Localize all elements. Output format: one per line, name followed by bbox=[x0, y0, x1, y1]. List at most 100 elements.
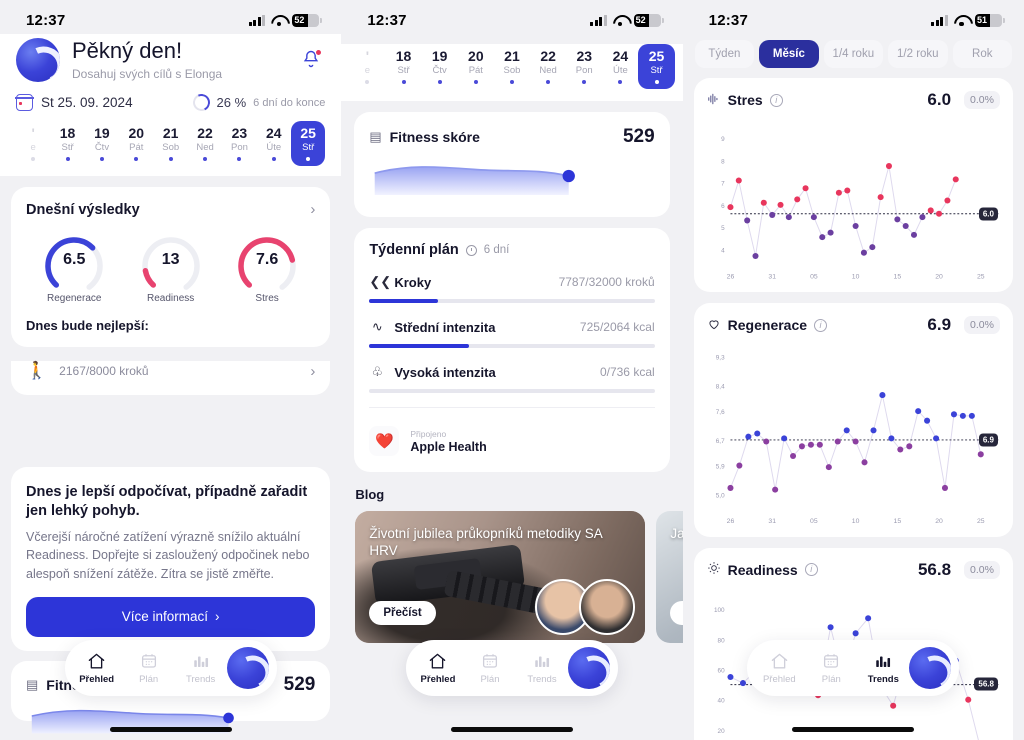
svg-text:10: 10 bbox=[851, 518, 859, 525]
day-dot-icon bbox=[203, 157, 208, 162]
bottom-tab-bar[interactable]: Přehled Plán Trends bbox=[747, 640, 960, 696]
chart-current-value: 6.0 bbox=[927, 90, 952, 109]
fitness-score-title: Fitness skóre bbox=[389, 129, 480, 146]
best-item-row[interactable]: 🚶 2167/8000 kroků › bbox=[11, 361, 331, 396]
app-logo-button[interactable] bbox=[909, 647, 952, 689]
goals-list: ❮❮ Kroky 7787/32000 kroků ∿ Střední intenzit… bbox=[369, 274, 655, 394]
tab-pln[interactable]: Plán bbox=[123, 651, 175, 685]
app-logo-button[interactable] bbox=[567, 647, 610, 689]
day-cell[interactable]: 20 Pát bbox=[458, 44, 494, 89]
day-cell[interactable]: 22 Ned bbox=[188, 121, 222, 166]
chart-reference-badge: 6.9 bbox=[978, 433, 998, 447]
gauge: 7.6 Stres bbox=[225, 234, 309, 304]
day-number: 18 bbox=[395, 48, 412, 64]
info-icon[interactable]: i bbox=[769, 93, 783, 107]
day-cell[interactable]: 19 Čtv bbox=[85, 121, 119, 166]
info-icon[interactable]: i bbox=[804, 563, 818, 577]
day-name: Sob bbox=[162, 142, 180, 154]
chart-delta: 0.0% bbox=[964, 560, 1000, 579]
chart-current-value: 6.9 bbox=[927, 315, 952, 335]
day-cell[interactable]: 25 Stř bbox=[638, 44, 675, 90]
day-number: 24 bbox=[266, 125, 282, 141]
steps-icon: ❮❮ bbox=[369, 274, 392, 290]
day-cell[interactable]: 22 Ned bbox=[530, 44, 566, 89]
day-cell[interactable]: 24 Úte bbox=[602, 44, 638, 89]
blog-carousel[interactable]: Životní jubilea průkopníků metodiky SA H… bbox=[355, 511, 683, 644]
day-dot-icon bbox=[365, 80, 370, 85]
svg-text:5,9: 5,9 bbox=[715, 464, 724, 471]
day-cell[interactable]: 19 Čtv bbox=[422, 44, 458, 89]
tab-pehled[interactable]: Přehled bbox=[71, 651, 123, 685]
tab-trends[interactable]: Trends bbox=[516, 651, 568, 685]
svg-text:05: 05 bbox=[810, 518, 818, 525]
fitness-score-card[interactable]: ▤ Fitness skóre 529 bbox=[354, 112, 670, 218]
svg-text:5,0: 5,0 bbox=[715, 493, 724, 500]
decorative-wave bbox=[0, 403, 342, 474]
progress-ring-icon bbox=[190, 91, 212, 114]
goal-row[interactable]: ♧ Vysoká intenzita 0/736 kcal bbox=[369, 364, 655, 394]
day-number: 20 bbox=[128, 125, 145, 141]
range-tab-bar[interactable]: Týden Měsíc 1/4 roku 1/2 roku Rok bbox=[683, 34, 1024, 78]
day-cell[interactable]: ' e bbox=[349, 44, 385, 89]
bar-chart-icon bbox=[175, 651, 227, 671]
bottom-tab-bar[interactable]: Přehled Plán Trends bbox=[405, 640, 618, 696]
fitness-score-value: 529 bbox=[283, 673, 316, 695]
home-indicator bbox=[450, 727, 573, 732]
day-strip: ' e 18 Stř 19 Čtv 20 Pát 21 Sob 22 Ned 23 Pon 24 Úte 25 S… bbox=[349, 44, 675, 93]
days-left-label: 6 dní do konce bbox=[253, 96, 326, 109]
day-cell[interactable]: ' e bbox=[16, 121, 50, 166]
day-cell[interactable]: 21 Sob bbox=[154, 121, 188, 166]
day-cell[interactable]: 23 Pon bbox=[222, 121, 256, 166]
chevron-right-icon[interactable]: › bbox=[310, 201, 315, 218]
calendar-icon bbox=[123, 651, 175, 671]
app-logo-button[interactable] bbox=[226, 647, 269, 689]
battery-level: 52 bbox=[294, 14, 305, 25]
tab-trends[interactable]: Trends bbox=[175, 651, 227, 685]
chart-title: Stres bbox=[727, 92, 763, 108]
day-cell[interactable]: 18 Stř bbox=[50, 121, 84, 166]
range-tab-rok[interactable]: Rok bbox=[952, 40, 1012, 68]
range-tab-tden[interactable]: Týden bbox=[694, 40, 755, 68]
bell-icon[interactable] bbox=[301, 49, 323, 71]
blog-card[interactable]: Životní jubilea průkopníků metodiky SA H… bbox=[355, 511, 646, 644]
today-results-card[interactable]: Dnešní výsledky › 6.5 Regenerace 13 Readine… bbox=[11, 187, 331, 348]
day-cell[interactable]: 25 Stř bbox=[291, 121, 326, 167]
cellular-signal-icon bbox=[590, 14, 607, 26]
svg-text:9: 9 bbox=[721, 136, 725, 143]
tab-trends[interactable]: Trends bbox=[857, 651, 909, 685]
range-tab-msc[interactable]: Měsíc bbox=[759, 40, 819, 68]
blog-read-button[interactable]: P bbox=[670, 601, 683, 626]
svg-text:8: 8 bbox=[721, 158, 725, 165]
tab-pln[interactable]: Plán bbox=[805, 651, 857, 685]
day-cell[interactable]: 20 Pát bbox=[119, 121, 153, 166]
chevron-right-icon[interactable]: › bbox=[310, 363, 315, 380]
bottom-tab-bar[interactable]: Přehled Plán Trends bbox=[64, 640, 277, 696]
gauges-row: 6.5 Regenerace 13 Readiness 7.6 Stres bbox=[26, 234, 315, 304]
tab-pln[interactable]: Plán bbox=[464, 651, 516, 685]
day-cell[interactable]: 23 Pon bbox=[566, 44, 602, 89]
blog-card[interactable]: Jak P bbox=[656, 511, 683, 644]
goal-row[interactable]: ❮❮ Kroky 7787/32000 kroků bbox=[369, 274, 655, 304]
range-tab-14roku[interactable]: 1/4 roku bbox=[823, 40, 884, 68]
tab-pehled[interactable]: Přehled bbox=[412, 651, 464, 685]
day-cell[interactable]: 21 Sob bbox=[494, 44, 530, 89]
day-cell[interactable]: 24 Úte bbox=[257, 121, 291, 166]
clock-icon bbox=[465, 244, 477, 256]
pulse-icon: ∿ bbox=[371, 319, 383, 335]
goal-row[interactable]: ∿ Střední intenzita 725/2064 kcal bbox=[369, 319, 655, 349]
svg-text:5: 5 bbox=[721, 225, 725, 232]
range-tab-12roku[interactable]: 1/2 roku bbox=[888, 40, 948, 68]
tab-pehled[interactable]: Přehled bbox=[753, 651, 805, 685]
blog-read-button[interactable]: Přečíst bbox=[369, 601, 436, 626]
day-number: ' bbox=[31, 125, 35, 141]
weekly-plan-card: Týdenní plán 6 dní ❮❮ Kroky 7787/32000 kro… bbox=[354, 228, 670, 473]
more-info-button[interactable]: Více informací › bbox=[26, 596, 316, 637]
status-time: 12:37 bbox=[367, 11, 407, 29]
calendar-icon bbox=[15, 94, 34, 111]
progress-percent: 26 % bbox=[216, 95, 247, 110]
heart-outline-icon bbox=[707, 317, 721, 334]
day-cell[interactable]: 18 Stř bbox=[385, 44, 421, 89]
svg-text:05: 05 bbox=[810, 273, 818, 280]
health-connection-row[interactable]: ❤️ Připojeno Apple Health bbox=[369, 426, 654, 457]
info-icon[interactable]: i bbox=[814, 318, 828, 332]
